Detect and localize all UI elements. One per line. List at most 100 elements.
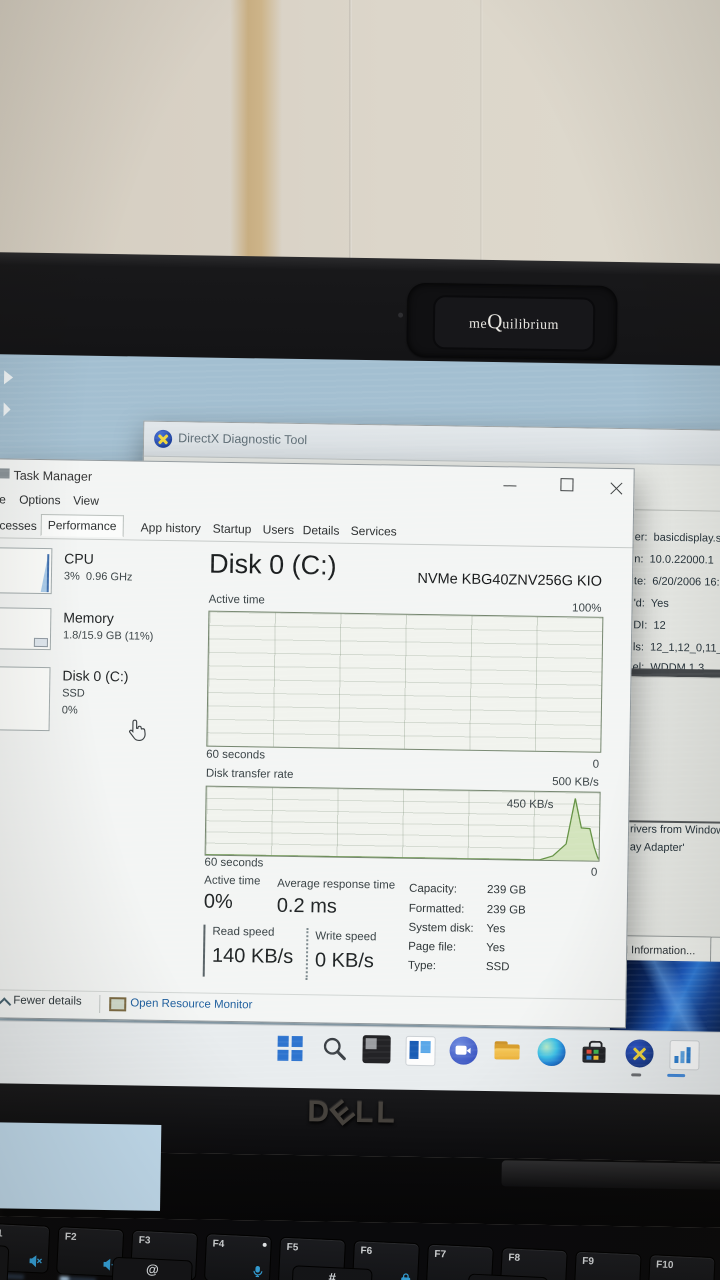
info-system-disk-label: System disk: xyxy=(408,921,474,935)
fewer-details-button[interactable]: Fewer details xyxy=(13,995,82,1008)
tab-performance[interactable]: Performance xyxy=(40,513,124,538)
memory-composition-strip xyxy=(33,637,48,648)
sidebar-cpu-label: CPU xyxy=(64,550,94,567)
disk-rate-x-label: 60 seconds xyxy=(204,856,264,870)
footer-separator xyxy=(99,994,101,1013)
tab-processes-fragment[interactable]: ocesses xyxy=(0,515,43,536)
edge-icon[interactable] xyxy=(537,1037,566,1067)
active-time-stat-label: Active time xyxy=(204,874,261,888)
write-speed-label: Write speed xyxy=(315,930,377,944)
minimize-button[interactable] xyxy=(495,473,525,493)
sidebar-memory-detail: 1.8/15.9 GB (11%) xyxy=(62,629,154,643)
active-time-chart-label: Active time xyxy=(208,593,265,607)
disk-rate-max-label: 500 KB/s xyxy=(552,776,599,789)
sidebar-memory-label: Memory xyxy=(63,609,115,627)
info-type-value: SSD xyxy=(485,961,510,974)
disk-device-name: NVMe KBG40ZNV256G KIO xyxy=(417,570,603,590)
active-time-min-label: 0 xyxy=(592,758,600,771)
tab-details[interactable]: Details xyxy=(297,520,346,541)
task-manager-title: Task Manager xyxy=(13,468,93,484)
start-button[interactable] xyxy=(275,1034,303,1062)
file-explorer-icon[interactable] xyxy=(493,1037,521,1065)
tab-services[interactable]: Services xyxy=(345,521,403,542)
disk-rate-annotation: 450 KB/s xyxy=(506,798,554,812)
sidebar-disk-usage: 0% xyxy=(61,704,78,717)
avg-response-stat-value: 0.2 ms xyxy=(276,894,338,918)
sidebar-disk-type: SSD xyxy=(62,687,85,700)
close-button[interactable] xyxy=(601,475,631,495)
avg-response-stat-label: Average response time xyxy=(277,877,396,892)
dxdiag-info-line: 'd: Yes xyxy=(633,597,669,610)
desktop-icon-fragment xyxy=(3,370,14,385)
dxdiag-titlebar[interactable]: DirectX Diagnostic Tool xyxy=(143,421,720,467)
dxdiag-info-line: n: 10.0.22000.1 xyxy=(634,553,714,567)
dxdiag-window-title: DirectX Diagnostic Tool xyxy=(178,431,308,448)
menu-view[interactable]: View xyxy=(73,493,99,507)
menu-options[interactable]: Options xyxy=(19,493,61,508)
search-icon[interactable] xyxy=(320,1034,348,1062)
dxdiag-notes-box xyxy=(626,676,720,824)
memory-mini-chart xyxy=(0,607,52,651)
dxdiag-taskbar-icon[interactable] xyxy=(625,1039,654,1068)
teams-chat-icon[interactable] xyxy=(449,1036,478,1065)
key-f9: F9 xyxy=(573,1250,642,1280)
dxdiag-info-line: ls: 12_1,12_0,11_ xyxy=(632,641,720,655)
info-formatted-label: Formatted: xyxy=(408,902,465,916)
task-manager-app-icon-fragment xyxy=(0,468,10,479)
info-type-label: Type: xyxy=(407,959,437,973)
mic-mute-led xyxy=(262,1242,267,1247)
dxdiag-notes-line: ay Adapter' xyxy=(629,841,685,855)
active-time-stat-value: 0% xyxy=(203,890,233,914)
tab-users[interactable]: Users xyxy=(257,519,301,540)
task-manager-running-indicator xyxy=(667,1073,686,1078)
key-3-symbol: # xyxy=(290,1265,373,1280)
dxdiag-icon xyxy=(153,429,173,449)
info-page-file-value: Yes xyxy=(486,942,506,955)
disk-transfer-rate-chart: 450 KB/s xyxy=(204,785,601,862)
cpu-spark xyxy=(40,553,49,593)
tab-app-history[interactable]: App history xyxy=(135,517,207,538)
key-f4: F4 xyxy=(203,1233,273,1280)
key-2-symbol: @ xyxy=(110,1256,193,1280)
info-page-file-label: Page file: xyxy=(408,940,457,954)
info-system-disk-value: Yes xyxy=(486,923,506,936)
task-manager-window: Task Manager e Options View ocesses Perf… xyxy=(0,458,635,1211)
sidebar-cpu-detail: 3% 0.96 GHz xyxy=(63,570,133,584)
window-app-icon[interactable] xyxy=(405,1035,436,1067)
lock-icon xyxy=(401,1273,411,1280)
read-speed-value: 140 KB/s xyxy=(211,944,294,968)
key-fragment-left xyxy=(0,1242,10,1280)
dxdiag-running-indicator xyxy=(631,1073,642,1077)
disk-mini-chart xyxy=(0,666,51,732)
laptop: meQuilibrium DirectX Diagnostic Tool er:… xyxy=(0,0,720,1280)
info-capacity-value: 239 GB xyxy=(486,884,527,897)
maximize-button[interactable] xyxy=(551,474,581,494)
dxdiag-info-line: er: basicdisplay.sys xyxy=(634,531,720,545)
taskbar xyxy=(0,1019,720,1096)
sidebar-selection-highlight xyxy=(0,1122,162,1211)
info-formatted-value: 239 GB xyxy=(486,904,526,917)
read-speed-rule xyxy=(202,924,206,977)
dxdiag-info-line: te: 6/20/2006 16:0 xyxy=(633,575,720,589)
read-speed-label: Read speed xyxy=(212,925,275,939)
disk-rate-svg xyxy=(205,798,600,861)
task-manager-taskbar-icon[interactable] xyxy=(669,1039,700,1071)
open-resource-monitor-link[interactable]: Open Resource Monitor xyxy=(130,997,252,1011)
mute-icon xyxy=(29,1255,43,1268)
dxdiag-groupbox-edge xyxy=(635,509,720,513)
write-speed-rule xyxy=(305,928,309,981)
dark-app-icon[interactable] xyxy=(362,1035,391,1064)
menu-file-fragment[interactable]: e xyxy=(0,492,6,506)
mic-mute-icon xyxy=(253,1265,263,1278)
collapse-icon xyxy=(0,997,12,1012)
footer-divider xyxy=(0,989,626,1001)
active-time-x-label: 60 seconds xyxy=(206,748,266,762)
tab-startup[interactable]: Startup xyxy=(207,519,258,540)
active-time-chart xyxy=(206,610,604,753)
dxdiag-notes-line: rivers from Windows xyxy=(629,823,720,837)
microsoft-store-icon[interactable] xyxy=(580,1039,608,1067)
info-capacity-label: Capacity: xyxy=(409,882,458,896)
windows-start-icon xyxy=(275,1034,303,1063)
resource-monitor-icon xyxy=(109,997,127,1012)
hand-cursor xyxy=(129,719,146,741)
